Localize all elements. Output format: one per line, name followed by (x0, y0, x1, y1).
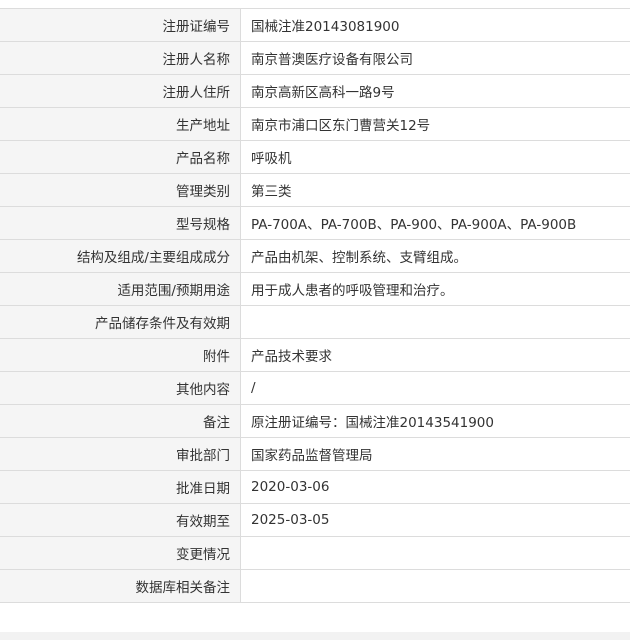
table-row: 附件 产品技术要求 (0, 338, 630, 372)
field-value-approval-date: 2020-03-06 (240, 470, 630, 504)
table-row: 适用范围/预期用途 用于成人患者的呼吸管理和治疗。 (0, 272, 630, 306)
field-value-registration-number: 国械注准20143081900 (240, 8, 630, 42)
field-label-product-name: 产品名称 (0, 140, 241, 174)
field-label-attachment: 附件 (0, 338, 241, 372)
table-row: 审批部门 国家药品监督管理局 (0, 437, 630, 471)
table-row: 注册人住所 南京高新区高科一路9号 (0, 74, 630, 108)
field-value-other-content: / (240, 371, 630, 405)
field-value-structure-composition: 产品由机架、控制系统、支臂组成。 (240, 239, 630, 273)
table-row: 生产地址 南京市浦口区东门曹营关12号 (0, 107, 630, 141)
registration-detail-table: 注册证编号 国械注准20143081900 注册人名称 南京普澳医疗设备有限公司… (0, 8, 630, 603)
field-label-approval-date: 批准日期 (0, 470, 241, 504)
field-label-change-status: 变更情况 (0, 536, 241, 570)
field-label-database-remarks: 数据库相关备注 (0, 569, 241, 603)
field-label-management-category: 管理类别 (0, 173, 241, 207)
field-value-production-address: 南京市浦口区东门曹营关12号 (240, 107, 630, 141)
registration-detail-panel: 注册证编号 国械注准20143081900 注册人名称 南京普澳医疗设备有限公司… (0, 0, 630, 632)
field-value-management-category: 第三类 (240, 173, 630, 207)
field-value-database-remarks (240, 569, 630, 603)
table-row: 管理类别 第三类 (0, 173, 630, 207)
field-value-approval-department: 国家药品监督管理局 (240, 437, 630, 471)
table-row: 产品名称 呼吸机 (0, 140, 630, 174)
field-value-storage-validity (240, 305, 630, 339)
table-row: 批准日期 2020-03-06 (0, 470, 630, 504)
table-row: 注册人名称 南京普澳医疗设备有限公司 (0, 41, 630, 75)
field-value-attachment: 产品技术要求 (240, 338, 630, 372)
table-row: 变更情况 (0, 536, 630, 570)
table-row: 注册证编号 国械注准20143081900 (0, 8, 630, 42)
field-value-valid-until: 2025-03-05 (240, 503, 630, 537)
field-label-structure-composition: 结构及组成/主要组成成分 (0, 239, 241, 273)
field-label-approval-department: 审批部门 (0, 437, 241, 471)
field-label-registrant-address: 注册人住所 (0, 74, 241, 108)
field-label-other-content: 其他内容 (0, 371, 241, 405)
table-row: 型号规格 PA-700A、PA-700B、PA-900、PA-900A、PA-9… (0, 206, 630, 240)
table-row: 备注 原注册证编号：国械注准20143541900 (0, 404, 630, 438)
field-label-registrant-name: 注册人名称 (0, 41, 241, 75)
field-label-model-specification: 型号规格 (0, 206, 241, 240)
field-label-production-address: 生产地址 (0, 107, 241, 141)
field-value-product-name: 呼吸机 (240, 140, 630, 174)
field-label-intended-use: 适用范围/预期用途 (0, 272, 241, 306)
field-value-intended-use: 用于成人患者的呼吸管理和治疗。 (240, 272, 630, 306)
field-label-registration-number: 注册证编号 (0, 8, 241, 42)
field-label-remarks: 备注 (0, 404, 241, 438)
field-label-storage-validity: 产品储存条件及有效期 (0, 305, 241, 339)
page-bottom-strip (0, 632, 630, 640)
field-value-registrant-address: 南京高新区高科一路9号 (240, 74, 630, 108)
field-value-remarks: 原注册证编号：国械注准20143541900 (240, 404, 630, 438)
table-row: 产品储存条件及有效期 (0, 305, 630, 339)
field-value-model-specification: PA-700A、PA-700B、PA-900、PA-900A、PA-900B (240, 206, 630, 240)
field-value-registrant-name: 南京普澳医疗设备有限公司 (240, 41, 630, 75)
field-value-change-status (240, 536, 630, 570)
table-row: 其他内容 / (0, 371, 630, 405)
table-row: 有效期至 2025-03-05 (0, 503, 630, 537)
table-row: 结构及组成/主要组成成分 产品由机架、控制系统、支臂组成。 (0, 239, 630, 273)
table-row: 数据库相关备注 (0, 569, 630, 603)
field-label-valid-until: 有效期至 (0, 503, 241, 537)
